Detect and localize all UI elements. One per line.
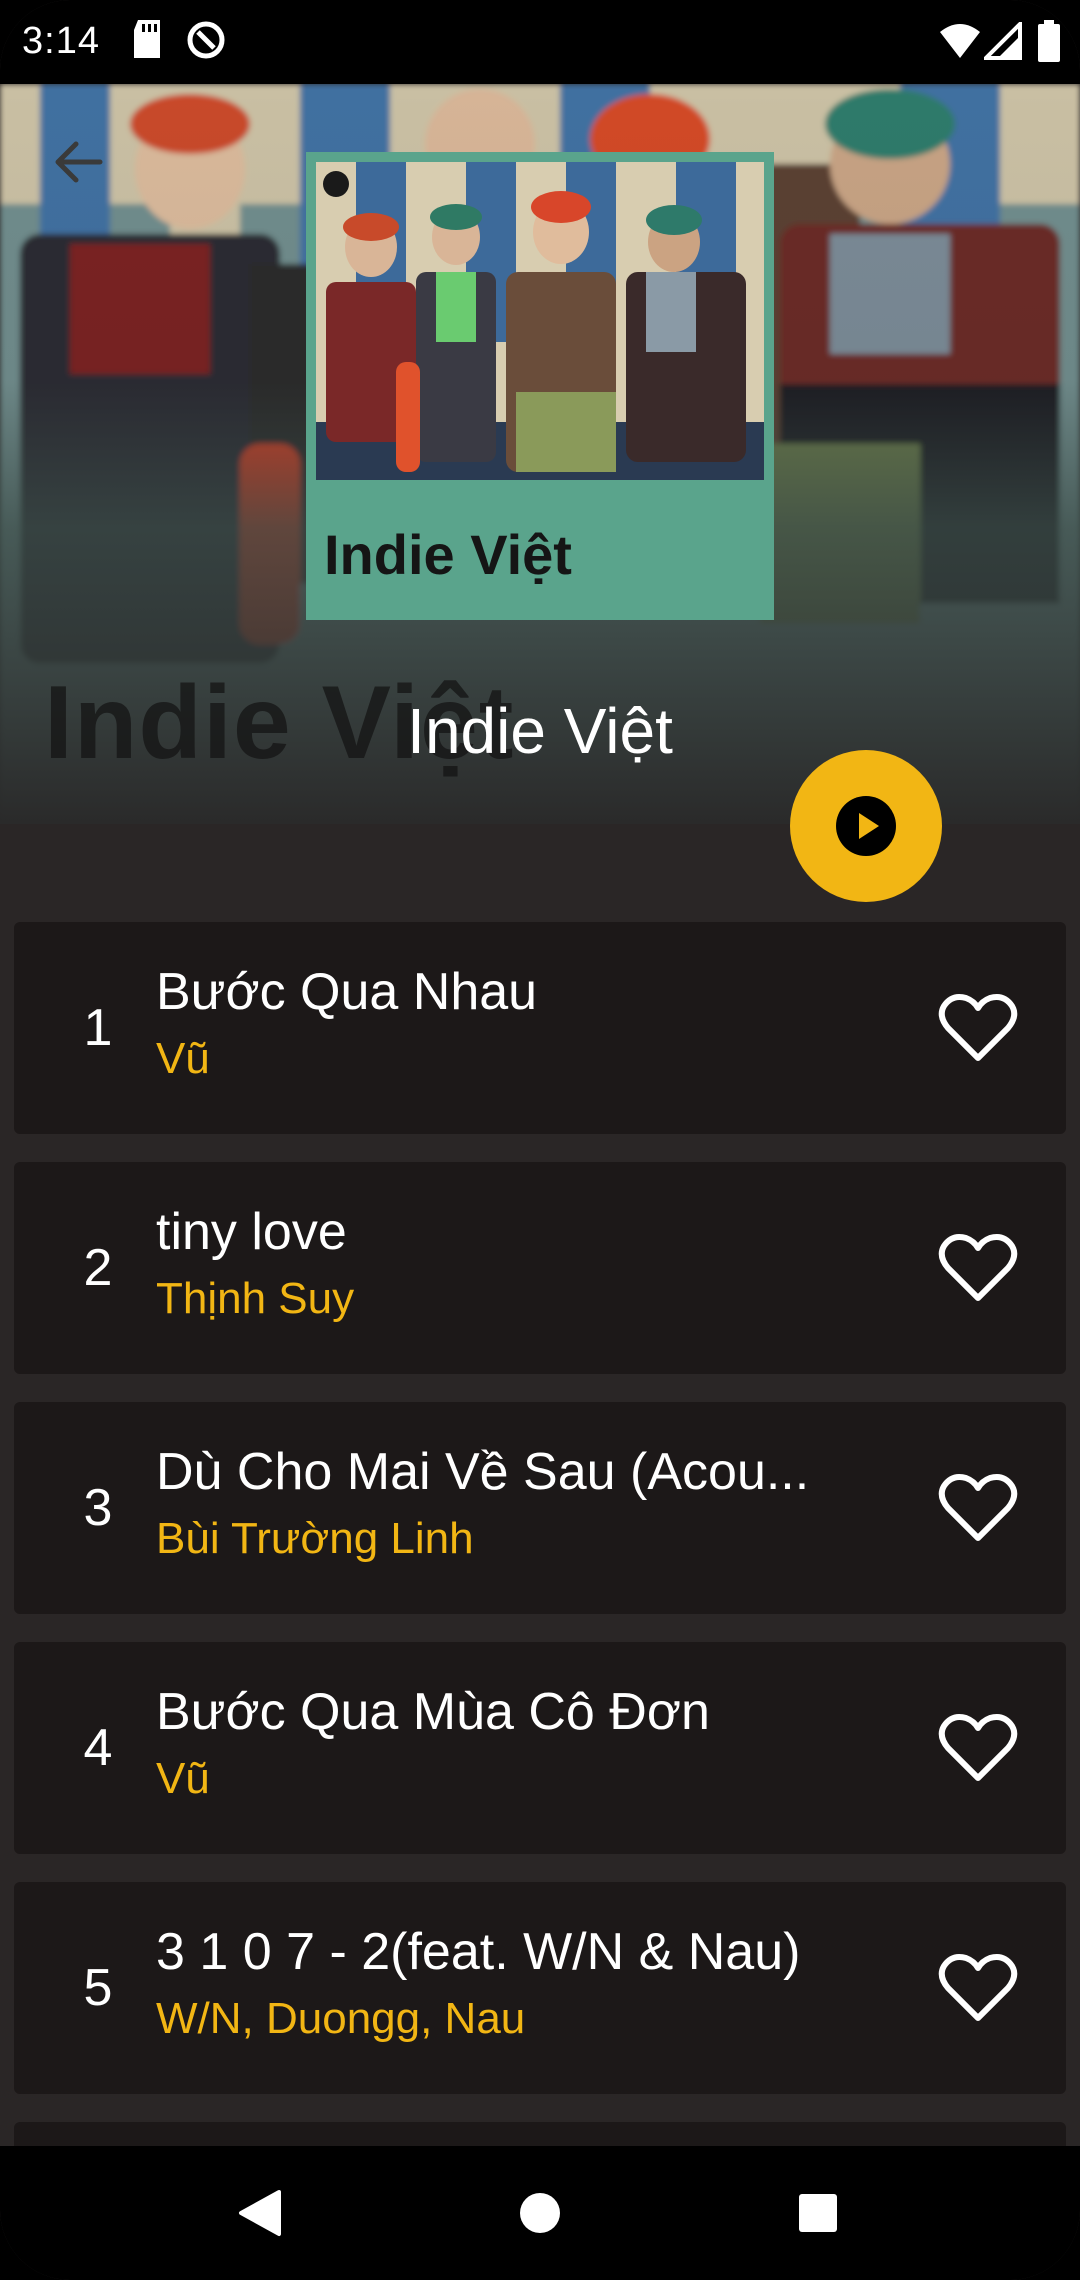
play-circle-icon (836, 796, 896, 856)
like-button[interactable] (938, 1472, 1018, 1544)
heart-icon (938, 994, 1018, 1061)
track-artist: W/N, Duongg, Nau (156, 1994, 526, 2043)
track-number: 1 (83, 999, 113, 1057)
nav-recents-square-icon (799, 2194, 837, 2232)
playlist-title: Indie Việt (407, 695, 673, 767)
track-artist: Vũ (156, 1034, 210, 1083)
screen: 3:14 Indie Việt Indie Việt Indie Việt 1 … (0, 0, 1080, 2280)
track-row[interactable]: 5 3 1 0 7 - 2(feat. W/N & Nau) W/N, Duon… (14, 1882, 1066, 2094)
heart-icon (938, 1714, 1018, 1781)
track-row[interactable]: 4 Bước Qua Mùa Cô Đơn Vũ (14, 1642, 1066, 1854)
track-title: 3 1 0 7 - 2(feat. W/N & Nau) (156, 1923, 801, 1981)
wifi-icon (938, 22, 982, 65)
track-title: Bước Qua Mùa Cô Đơn (156, 1683, 710, 1741)
track-number: 2 (83, 1239, 113, 1297)
playlist-header: Indie Việt Indie Việt Indie Việt (0, 84, 1080, 824)
heart-icon (938, 1474, 1018, 1541)
battery-icon (1036, 20, 1062, 67)
arrow-left-icon (55, 141, 103, 183)
track-list: 1 Bước Qua Nhau Vũ 2 tiny love Thịnh Suy… (14, 922, 1066, 2270)
nav-back-button[interactable] (222, 2176, 296, 2250)
track-row[interactable]: 3 Dù Cho Mai Về Sau (Acou... Bùi Trường … (14, 1402, 1066, 1614)
nav-back-triangle-icon (239, 2190, 281, 2236)
track-number: 4 (83, 1719, 113, 1777)
playlist-cover: Indie Việt (306, 152, 774, 620)
data-saver-icon (184, 18, 228, 67)
track-row[interactable]: 1 Bước Qua Nhau Vũ (14, 922, 1066, 1134)
signal-icon (981, 19, 1022, 65)
cover-photo (316, 162, 764, 480)
nav-home-circle-icon (520, 2193, 560, 2233)
heart-icon (938, 1954, 1018, 2021)
track-title: Dù Cho Mai Về Sau (Acou... (156, 1443, 810, 1501)
like-button[interactable] (938, 1712, 1018, 1784)
track-artist: Thịnh Suy (156, 1274, 355, 1323)
like-button[interactable] (938, 992, 1018, 1064)
like-button[interactable] (938, 1952, 1018, 2024)
heart-icon (938, 1234, 1018, 1301)
track-artist: Vũ (156, 1754, 210, 1803)
status-time: 3:14 (22, 20, 100, 62)
sd-card-icon (130, 18, 164, 65)
track-title: Bước Qua Nhau (156, 963, 538, 1021)
nav-home-button[interactable] (503, 2176, 577, 2250)
nav-recents-button[interactable] (781, 2176, 855, 2250)
track-title: tiny love (156, 1203, 347, 1261)
track-artist: Bùi Trường Linh (156, 1514, 474, 1563)
back-button[interactable] (40, 124, 116, 200)
track-number: 5 (83, 1959, 113, 2017)
track-row[interactable]: 2 tiny love Thịnh Suy (14, 1162, 1066, 1374)
play-button[interactable] (790, 750, 942, 902)
like-button[interactable] (938, 1232, 1018, 1304)
status-bar: 3:14 (0, 0, 1080, 84)
cover-title: Indie Việt (324, 523, 572, 586)
system-nav-bar (0, 2146, 1080, 2280)
track-number: 3 (83, 1479, 113, 1537)
